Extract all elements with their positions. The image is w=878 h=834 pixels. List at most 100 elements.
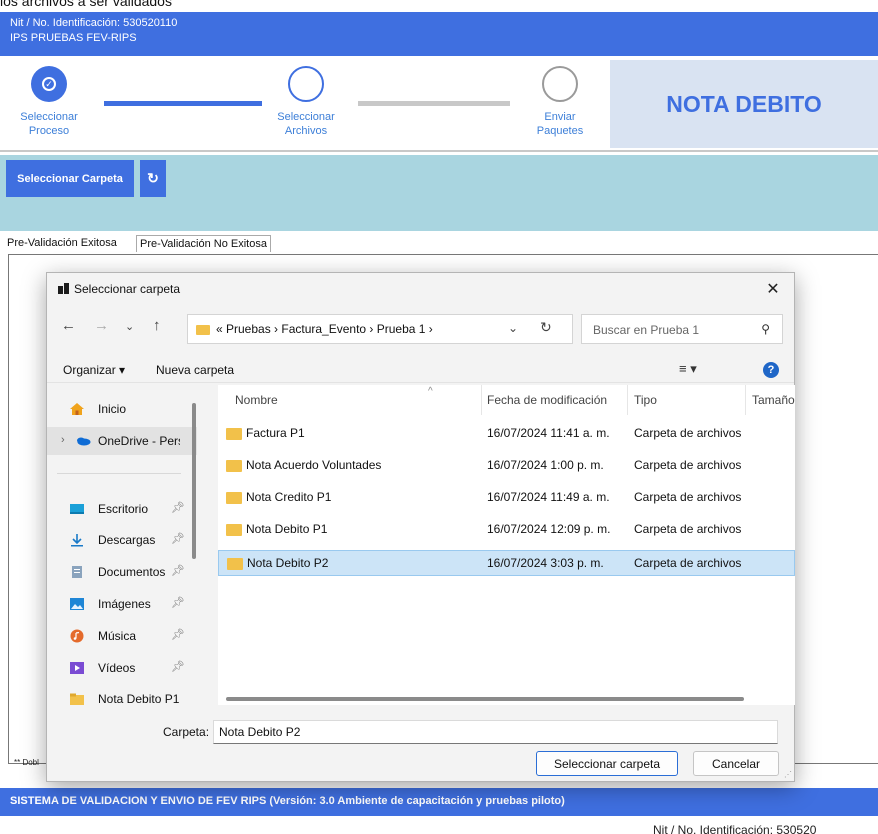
select-folder-button[interactable]: Seleccionar Carpeta bbox=[6, 160, 134, 197]
nav-item-imagenes[interactable]: Imágenes 📌︎ bbox=[47, 590, 197, 618]
nav-item-documentos[interactable]: Documentos 📌︎ bbox=[47, 558, 197, 586]
file-type: Carpeta de archivos bbox=[634, 522, 742, 536]
address-bar[interactable]: « Pruebas › Factura_Evento › Prueba 1 › … bbox=[187, 314, 573, 344]
folder-icon bbox=[196, 325, 210, 335]
nav-item-inicio[interactable]: Inicio bbox=[47, 395, 197, 423]
nav-label: Inicio bbox=[98, 402, 127, 416]
file-type: Carpeta de archivos bbox=[634, 490, 742, 504]
step-done-icon: ✓ bbox=[31, 66, 67, 102]
nav-item-musica[interactable]: Música 📌︎ bbox=[47, 622, 197, 650]
step-label: Proceso bbox=[28, 125, 70, 137]
step-enviar-paquetes[interactable]: Enviar Paquetes bbox=[525, 66, 595, 138]
file-row[interactable]: Nota Debito P1 16/07/2024 12:09 p. m. Ca… bbox=[218, 517, 795, 543]
step-connector bbox=[104, 101, 262, 106]
footer-bar: SISTEMA DE VALIDACION Y ENVIO DE FEV RIP… bbox=[0, 788, 878, 816]
pictures-icon bbox=[70, 598, 84, 610]
file-list: Nombre ^ Fecha de modificación Tipo Tama… bbox=[218, 385, 795, 705]
nav-item-videos[interactable]: Vídeos 📌︎ bbox=[47, 654, 197, 682]
file-name: Factura P1 bbox=[246, 426, 305, 440]
tab-bar: Pre-Validación Exitosa Pre-Validación No… bbox=[0, 233, 878, 253]
company-name: IPS PRUEBAS FEV-RIPS bbox=[10, 32, 137, 44]
folder-icon bbox=[227, 558, 243, 570]
organize-menu[interactable]: Organizar ▾ bbox=[63, 363, 125, 377]
chevron-down-icon[interactable]: ⌄ bbox=[508, 321, 518, 335]
caption-text: los archivos a ser validados bbox=[0, 0, 172, 9]
step-pending-icon bbox=[542, 66, 578, 102]
recent-dropdown-icon[interactable]: ⌄ bbox=[125, 320, 134, 333]
forward-arrow-icon[interactable]: → bbox=[94, 317, 109, 334]
nav-item-descargas[interactable]: Descargas 📌︎ bbox=[47, 526, 197, 554]
command-bar: Organizar ▾ Nueva carpeta ≡ ▾ ? bbox=[47, 357, 794, 383]
onedrive-icon bbox=[77, 437, 91, 446]
nav-item-onedrive[interactable]: › OneDrive - Perso bbox=[47, 427, 197, 455]
divider bbox=[57, 473, 181, 474]
folder-icon bbox=[226, 460, 242, 472]
step-current-icon bbox=[288, 66, 324, 102]
home-icon bbox=[70, 403, 84, 415]
desktop-icon bbox=[70, 504, 84, 514]
file-date: 16/07/2024 11:49 a. m. bbox=[487, 490, 610, 504]
nav-label: Escritorio bbox=[98, 502, 149, 516]
back-arrow-icon[interactable]: ← bbox=[61, 317, 76, 334]
help-icon[interactable]: ? bbox=[763, 362, 779, 378]
tab-prevalidacion-no-exitosa[interactable]: Pre-Validación No Exitosa bbox=[136, 235, 271, 252]
column-header-nombre[interactable]: Nombre ^ bbox=[218, 385, 482, 415]
folder-icon bbox=[226, 428, 242, 440]
nav-scrollbar[interactable] bbox=[192, 403, 196, 559]
pin-icon[interactable]: 📌︎ bbox=[171, 501, 185, 514]
file-row[interactable]: Nota Acuerdo Voluntades 16/07/2024 1:00 … bbox=[218, 453, 795, 479]
tab-prevalidacion-exitosa[interactable]: Pre-Validación Exitosa bbox=[4, 235, 120, 252]
nav-label: Música bbox=[98, 629, 137, 643]
file-row[interactable]: Factura P1 16/07/2024 11:41 a. m. Carpet… bbox=[218, 421, 795, 447]
file-row-selected[interactable]: Nota Debito P2 16/07/2024 3:03 p. m. Car… bbox=[218, 550, 795, 576]
view-options-icon[interactable]: ≡ ▾ bbox=[679, 361, 697, 377]
bottom-nit-text: Nit / No. Identificación: 530520 bbox=[653, 823, 817, 834]
nav-label: Imágenes bbox=[98, 597, 151, 611]
close-icon[interactable]: ✕ bbox=[764, 279, 782, 299]
folder-icon bbox=[226, 524, 242, 536]
new-folder-button[interactable]: Nueva carpeta bbox=[156, 363, 234, 377]
refresh-icon[interactable]: ↻ bbox=[540, 319, 552, 336]
pin-icon[interactable]: 📌︎ bbox=[171, 596, 185, 609]
cancel-button[interactable]: Cancelar bbox=[693, 751, 779, 776]
refresh-icon: ↻ bbox=[147, 170, 159, 186]
column-label: Fecha de modificación bbox=[487, 393, 608, 407]
select-folder-confirm-button[interactable]: Seleccionar carpeta bbox=[536, 751, 678, 776]
nav-item-escritorio[interactable]: Escritorio 📌︎ bbox=[47, 495, 197, 523]
search-input[interactable]: Buscar en Prueba 1 ⚲ bbox=[581, 314, 783, 344]
file-date: 16/07/2024 3:03 p. m. bbox=[487, 556, 604, 570]
pin-icon[interactable]: 📌︎ bbox=[171, 532, 185, 545]
refresh-button[interactable]: ↻ bbox=[140, 160, 166, 197]
nav-label: Documentos bbox=[98, 565, 166, 579]
pin-icon[interactable]: 📌︎ bbox=[171, 564, 185, 577]
nav-item-nota-debito-p1[interactable]: Nota Debito P1 bbox=[47, 685, 197, 711]
up-arrow-icon[interactable]: ↑ bbox=[153, 317, 161, 334]
column-header-tamano[interactable]: Tamaño bbox=[746, 385, 795, 415]
chevron-right-icon[interactable]: › bbox=[61, 434, 65, 446]
file-row[interactable]: Nota Credito P1 16/07/2024 11:49 a. m. C… bbox=[218, 485, 795, 511]
step-connector bbox=[358, 101, 510, 106]
stepper: ✓ Seleccionar Proceso Seleccionar Archiv… bbox=[0, 56, 878, 152]
nit-text: Nit / No. Identificación: 530520110 bbox=[10, 17, 178, 29]
search-icon[interactable]: ⚲ bbox=[761, 322, 770, 336]
download-icon bbox=[71, 534, 83, 547]
column-header-tipo[interactable]: Tipo bbox=[628, 385, 746, 415]
footnote: ** Dobl bbox=[14, 758, 39, 767]
step-seleccionar-archivos[interactable]: Seleccionar Archivos bbox=[262, 66, 350, 138]
pin-icon[interactable]: 📌︎ bbox=[171, 660, 185, 673]
step-seleccionar-proceso[interactable]: ✓ Seleccionar Proceso bbox=[14, 66, 84, 138]
step-label: Enviar bbox=[544, 111, 576, 123]
breadcrumb[interactable]: « Pruebas › Factura_Evento › Prueba 1 › bbox=[216, 322, 433, 336]
sort-ascending-icon: ^ bbox=[428, 386, 433, 397]
search-placeholder: Buscar en Prueba 1 bbox=[593, 323, 700, 337]
folder-name-field[interactable]: Nota Debito P2 bbox=[213, 720, 778, 744]
toolbar: Seleccionar Carpeta ↻ bbox=[0, 155, 878, 231]
column-label: Nombre bbox=[235, 393, 278, 407]
documents-icon bbox=[72, 566, 82, 578]
file-name: Nota Acuerdo Voluntades bbox=[246, 458, 382, 472]
file-type: Carpeta de archivos bbox=[634, 458, 742, 472]
list-scrollbar[interactable] bbox=[226, 697, 744, 701]
pin-icon[interactable]: 📌︎ bbox=[171, 628, 185, 641]
column-header-fecha[interactable]: Fecha de modificación bbox=[482, 385, 628, 415]
resize-grip-icon[interactable]: ⋰ bbox=[784, 770, 792, 779]
